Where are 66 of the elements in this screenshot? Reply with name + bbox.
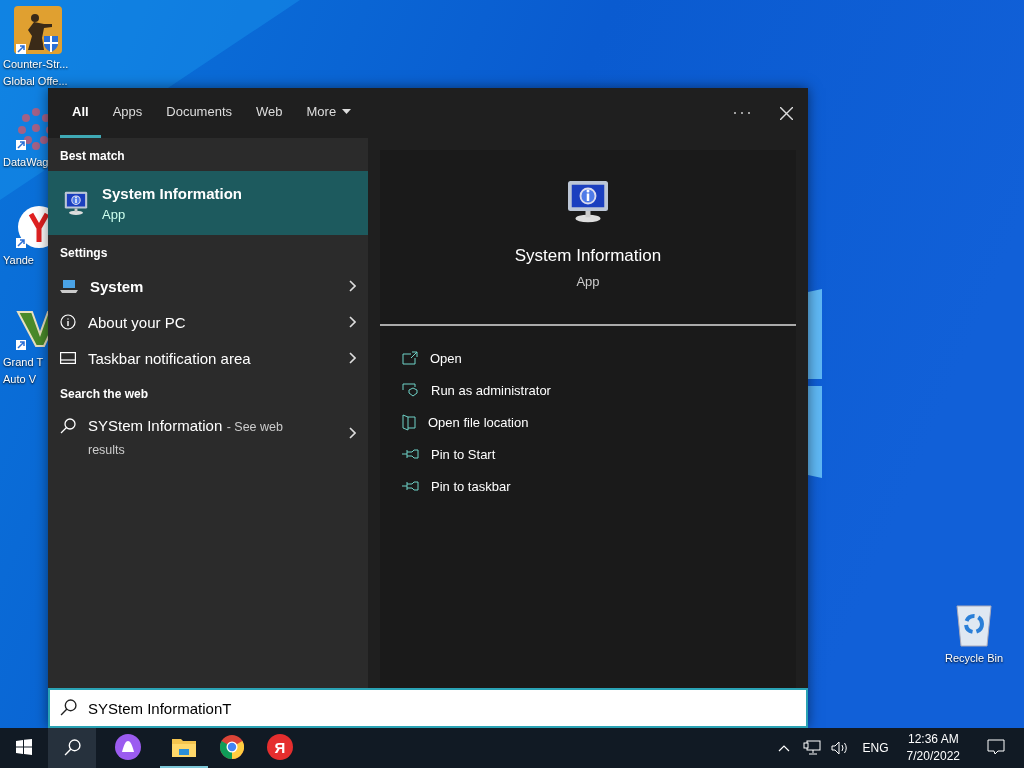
settings-item[interactable]: Taskbar notification area [48, 340, 368, 376]
shield-icon [402, 383, 419, 397]
volume-icon [830, 741, 849, 755]
taskbar-icon [60, 352, 76, 364]
desktop-icon-label[interactable]: Counter-Str... [0, 58, 69, 71]
folder-icon [172, 737, 196, 757]
recycle-bin-icon [954, 602, 994, 648]
web-result-text: SYStem Information - See web results [88, 416, 284, 459]
best-match-item[interactable]: System Information App [48, 171, 368, 235]
settings-label: System [90, 277, 145, 295]
settings-item[interactable]: System [48, 268, 368, 304]
settings-item[interactable]: About your PC [48, 304, 368, 340]
yandex-icon: Я [267, 734, 293, 760]
section-heading: Search the web [59, 386, 150, 403]
action-item[interactable]: Open file location [402, 406, 774, 438]
filter-tab[interactable]: Apps [100, 88, 155, 138]
laptop-icon [60, 279, 78, 293]
desktop-icon-label[interactable]: Grand T [0, 356, 44, 369]
search-icon [60, 699, 77, 716]
chevron-up-icon [777, 744, 790, 752]
chrome-icon [220, 735, 244, 759]
soldier-shield-icon [14, 6, 62, 54]
windows-logo-icon [16, 739, 32, 755]
desktop-icon-label[interactable]: DataWag [0, 156, 49, 169]
web-result-item[interactable]: SYStem Information - See web results [48, 409, 368, 467]
taskbar-app-button[interactable]: Я [256, 728, 304, 768]
clock[interactable]: 12:36 AM 7/20/2022 [900, 731, 966, 765]
search-button[interactable] [48, 728, 96, 768]
desktop-icon-label[interactable]: Recycle Bin [944, 652, 1004, 665]
action-item[interactable]: Open [402, 342, 774, 374]
network-icon [802, 740, 821, 756]
filter-tab[interactable]: More [294, 88, 364, 138]
action-item[interactable]: Pin to Start [402, 438, 774, 470]
action-item[interactable]: Pin to taskbar [402, 470, 774, 502]
speech-bubble-icon [987, 739, 1005, 755]
caret-icon [342, 109, 352, 114]
search-icon [60, 418, 76, 434]
action-item[interactable]: Run as administrator [402, 374, 774, 406]
app-title: System Information [514, 246, 662, 266]
settings-label: About your PC [88, 313, 187, 331]
assistant-icon [115, 734, 141, 760]
chevron-icon [349, 427, 356, 439]
desktop-icon-label[interactable]: Yande [0, 254, 34, 267]
chevron-icon [349, 352, 356, 364]
pin-icon [402, 449, 419, 459]
section-heading: Settings [59, 245, 109, 262]
search-icon [63, 738, 81, 756]
app-type: App [102, 206, 127, 222]
close-icon [779, 106, 793, 120]
settings-label: Taskbar notification area [88, 349, 252, 367]
desktop-icon-label[interactable]: Global Offe... [0, 75, 68, 88]
open-icon [402, 351, 418, 365]
language-indicator[interactable]: ENG [856, 741, 895, 755]
chevron-icon [349, 316, 356, 328]
info-icon [60, 314, 76, 330]
app-type: App [576, 274, 600, 289]
folder-icon [402, 413, 416, 431]
chevron-icon [349, 280, 356, 292]
pin-icon [402, 481, 419, 491]
filter-tab[interactable]: Web [244, 88, 295, 138]
app-title: System Information [102, 184, 243, 202]
desktop-icon-label[interactable]: Auto V [0, 373, 37, 386]
search-field[interactable]: SYStem InformationT [48, 688, 808, 728]
monitor-info-icon [62, 189, 90, 217]
section-heading: Best match [59, 148, 126, 165]
filter-tab[interactable]: Documents [154, 88, 244, 138]
